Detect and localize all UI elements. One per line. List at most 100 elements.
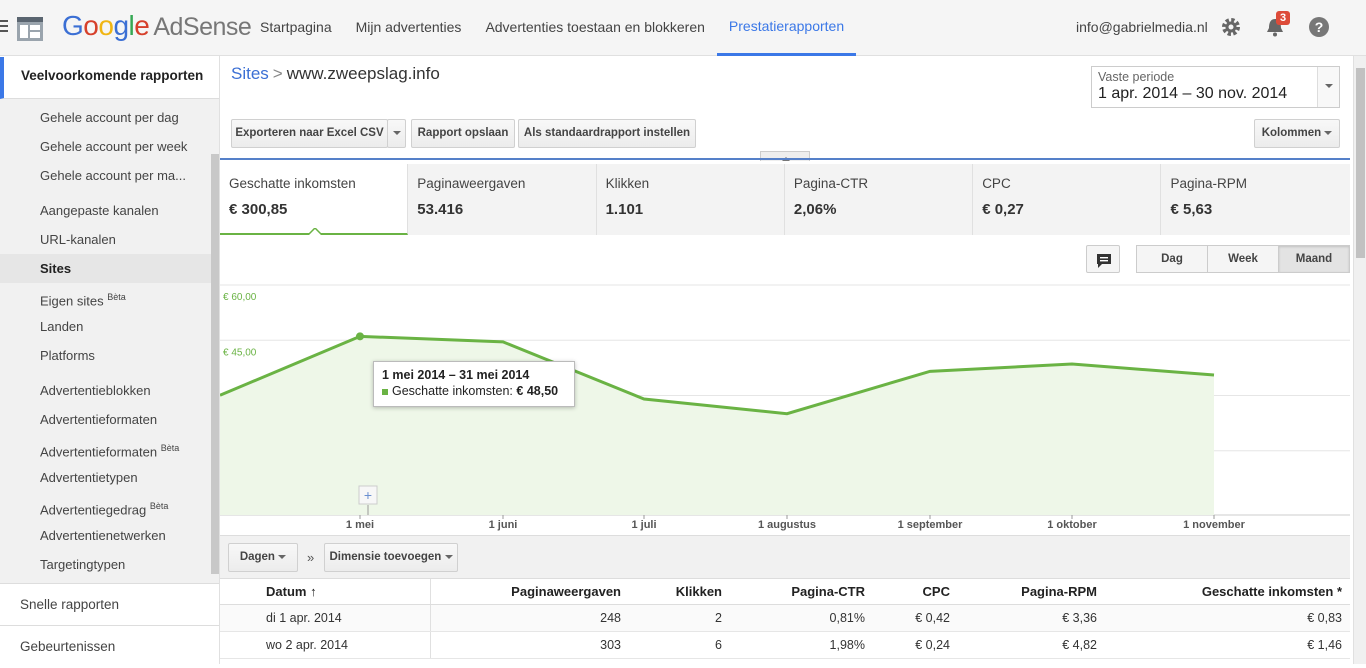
col-clicks-header[interactable]: Klikken: [629, 579, 730, 604]
nav-my-ads[interactable]: Mijn advertenties: [344, 0, 474, 56]
metric-tab-estimated-earnings[interactable]: Geschatte inkomsten € 300,85: [220, 164, 409, 235]
selected-indicator-icon: [308, 228, 322, 235]
columns-dropdown[interactable]: Kolommen: [1254, 119, 1340, 148]
sidebar-scrollbar[interactable]: [211, 154, 219, 574]
nav-home[interactable]: Startpagina: [248, 0, 344, 56]
scrollbar-thumb[interactable]: [1356, 68, 1365, 258]
col-date-header[interactable]: Datum ↑: [220, 579, 431, 604]
y-tick-label: € 30,00: [223, 403, 257, 414]
sidebar-events[interactable]: Gebeurtenissen: [0, 625, 219, 667]
chevron-down-icon: [392, 130, 401, 135]
col-ctr-header[interactable]: Pagina-CTR: [730, 579, 873, 604]
date-range-picker[interactable]: Vaste periode 1 apr. 2014 – 30 nov. 2014: [1091, 66, 1340, 108]
nav-performance-reports[interactable]: Prestatierapporten: [716, 0, 857, 56]
sidebar-section-common-reports[interactable]: Veelvoorkomende rapporten: [0, 57, 219, 99]
chevron-down-icon: [1324, 130, 1333, 135]
beta-label: Bèta: [149, 501, 169, 511]
metric-tab-cpc[interactable]: CPC € 0,27: [973, 164, 1162, 235]
metric-tab-page-views[interactable]: Paginaweergaven 53.416: [408, 164, 597, 235]
adsense-app-icon[interactable]: [16, 16, 44, 42]
chart-tooltip: 1 mei 2014 – 31 mei 2014 Geschatte inkom…: [373, 361, 575, 407]
x-tick-label: 1 november: [1183, 519, 1245, 531]
sidebar-item-account-per-month[interactable]: Gehele account per ma...: [0, 161, 205, 190]
sidebar-item-ad-formats-beta[interactable]: Advertentieformaten Bèta: [0, 434, 205, 463]
col-pageviews-header[interactable]: Paginaweergaven: [431, 579, 629, 604]
page-scrollbar[interactable]: [1353, 56, 1366, 664]
toolbar-divider: [220, 158, 1350, 160]
add-dimension-dropdown[interactable]: Dimensie toevoegen: [324, 543, 458, 572]
breadcrumb-current-site: www.zweepslag.info: [286, 64, 440, 83]
sidebar-item-ad-networks[interactable]: Advertentienetwerken: [0, 521, 205, 550]
chevron-down-icon[interactable]: [1317, 67, 1339, 107]
tooltip-series: Geschatte inkomsten:: [392, 384, 513, 398]
sidebar-item-platforms[interactable]: Platforms: [0, 341, 205, 370]
gear-icon[interactable]: [1220, 16, 1242, 38]
metric-tab-page-ctr[interactable]: Pagina-CTR 2,06%: [784, 164, 974, 235]
table-row: wo 2 apr. 2014 303 6 1,98% € 0,24 € 4,82…: [220, 632, 1350, 659]
table-header: Datum ↑ Paginaweergaven Klikken Pagina-C…: [220, 579, 1350, 605]
sidebar-item-targeting-types[interactable]: Targetingtypen: [0, 550, 205, 579]
sort-arrow-icon: ↑: [310, 584, 317, 599]
col-rpm-header[interactable]: Pagina-RPM: [958, 579, 1105, 604]
add-annotation-icon: [358, 485, 378, 505]
date-range-value: 1 apr. 2014 – 30 nov. 2014: [1098, 85, 1288, 102]
x-tick-label: 1 oktober: [1047, 519, 1097, 531]
tooltip-value: € 48,50: [516, 384, 559, 398]
sidebar-item-own-sites[interactable]: Eigen sites Bèta: [0, 283, 205, 312]
top-bar: Google AdSense Startpagina Mijn advertent…: [0, 0, 1366, 56]
highlighted-point: [356, 332, 364, 341]
x-tick-label: 1 mei: [346, 519, 374, 531]
dimension-separator: »: [307, 550, 315, 565]
y-tick-label: € 15,00: [223, 458, 257, 469]
date-range-label: Vaste periode: [1098, 70, 1175, 84]
sidebar-item-countries[interactable]: Landen: [0, 312, 205, 341]
notification-badge[interactable]: 3: [1276, 11, 1291, 25]
sidebar-item-custom-channels[interactable]: Aangepaste kanalen: [0, 196, 205, 225]
metric-tab-page-rpm[interactable]: Pagina-RPM € 5,63: [1161, 164, 1350, 235]
sidebar-item-ad-behavior[interactable]: Advertentiegedrag Bèta: [0, 492, 205, 521]
sidebar-item-url-channels[interactable]: URL-kanalen: [0, 225, 205, 254]
google-adsense-logo[interactable]: Google AdSense: [62, 10, 252, 42]
sidebar-item-account-per-week[interactable]: Gehele account per week: [0, 132, 205, 161]
set-default-report-button[interactable]: Als standaardrapport instellen: [518, 119, 696, 148]
metric-tab-clicks[interactable]: Klikken 1.101: [596, 164, 785, 235]
y-tick-label: € 60,00: [223, 292, 257, 303]
sidebar-quick-reports[interactable]: Snelle rapporten: [0, 583, 219, 625]
breadcrumb-separator: >: [272, 64, 283, 83]
sidebar-item-sites[interactable]: Sites: [0, 254, 212, 283]
granularity-week-button[interactable]: Week: [1207, 245, 1279, 273]
granularity-month-button[interactable]: Maand: [1278, 245, 1350, 273]
beta-label: Bèta: [160, 443, 180, 453]
beta-label: Bèta: [107, 292, 126, 302]
series-line: [220, 334, 1215, 416]
metric-tabs: Geschatte inkomsten € 300,85 Paginaweerg…: [220, 164, 1350, 235]
x-tick-label: 1 september: [898, 519, 964, 531]
table-row: di 1 apr. 2014 248 2 0,81% € 0,42 € 3,36…: [220, 605, 1350, 632]
nav-allow-block-ads[interactable]: Advertenties toestaan en blokkeren: [473, 0, 716, 56]
breadcrumb-sites-link[interactable]: Sites: [231, 64, 269, 83]
sidebar-item-ad-units[interactable]: Advertentieblokken: [0, 376, 205, 405]
chevron-down-icon: [278, 554, 287, 559]
main-nav: Startpagina Mijn advertenties Advertenti…: [248, 0, 857, 56]
user-email[interactable]: info@gabrielmedia.nl: [1076, 19, 1208, 35]
primary-dimension-dropdown[interactable]: Dagen: [228, 543, 298, 572]
report-table: Datum ↑ Paginaweergaven Klikken Pagina-C…: [220, 579, 1350, 659]
help-icon[interactable]: ?: [1309, 17, 1329, 37]
chevron-down-icon: [444, 554, 453, 559]
menu-icon[interactable]: [0, 20, 8, 35]
export-options-dropdown[interactable]: [387, 119, 406, 148]
granularity-day-button[interactable]: Dag: [1136, 245, 1208, 273]
col-cpc-header[interactable]: CPC: [873, 579, 958, 604]
annotation-button[interactable]: [1086, 245, 1120, 273]
col-earnings-header[interactable]: Geschatte inkomsten *: [1105, 579, 1350, 604]
x-tick-label: 1 augustus: [758, 519, 816, 531]
sidebar-item-ad-formats[interactable]: Advertentieformaten: [0, 405, 205, 434]
sidebar: Veelvoorkomende rapporten Gehele account…: [0, 56, 220, 664]
sidebar-item-ad-types[interactable]: Advertentietypen: [0, 463, 205, 492]
breadcrumb: Sites > www.zweepslag.info: [231, 64, 440, 84]
sidebar-item-account-per-day[interactable]: Gehele account per dag: [0, 103, 205, 132]
y-tick-label: € 45,00: [223, 347, 257, 358]
save-report-button[interactable]: Rapport opslaan: [411, 119, 515, 148]
dimension-bar: Dagen » Dimensie toevoegen: [220, 535, 1350, 579]
export-csv-button[interactable]: Exporteren naar Excel CSV: [231, 119, 388, 148]
